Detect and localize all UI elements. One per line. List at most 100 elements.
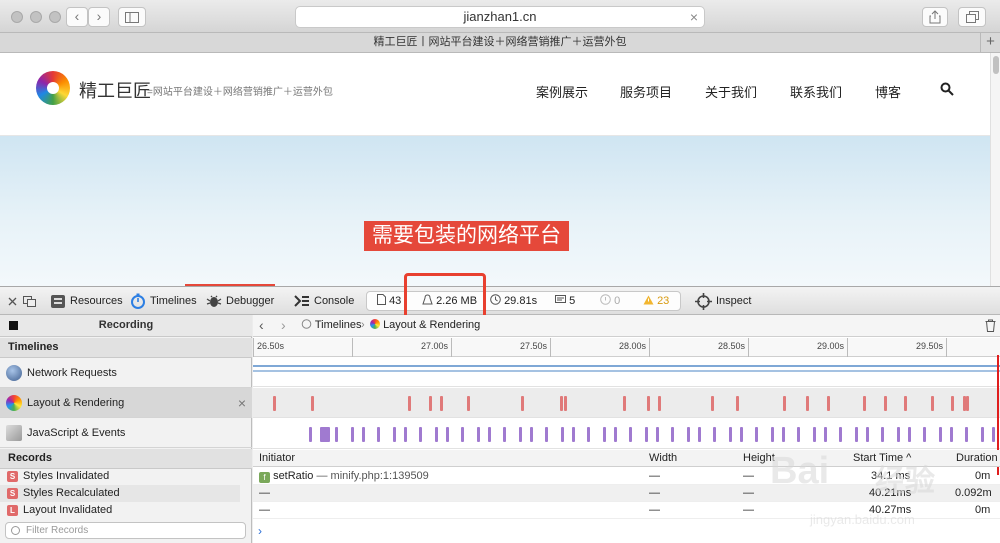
breadcrumb-root[interactable]: Timelines: [301, 315, 362, 336]
script-event-mark[interactable]: [377, 427, 380, 442]
script-event-mark[interactable]: [488, 427, 491, 442]
tab-inspect[interactable]: Inspect: [695, 287, 751, 315]
time-ruler[interactable]: 26.50s 27.00s 27.50s 28.00s 28.50s 29.00s 29.5…: [253, 338, 1000, 357]
column-initiator[interactable]: Initiator: [259, 450, 295, 466]
nav-forward-icon[interactable]: ›: [281, 315, 286, 336]
script-event-mark[interactable]: [713, 427, 716, 442]
layout-event-mark[interactable]: [273, 396, 276, 411]
forward-button[interactable]: ›: [88, 7, 110, 27]
script-event-mark[interactable]: [839, 427, 842, 442]
script-event-mark[interactable]: [950, 427, 953, 442]
back-button[interactable]: ‹: [66, 7, 88, 27]
layout-event-mark[interactable]: [827, 396, 830, 411]
script-event-mark[interactable]: [965, 427, 968, 442]
scrollbar-thumb[interactable]: [993, 56, 999, 74]
stop-recording-icon[interactable]: [9, 321, 18, 330]
nav-back-icon[interactable]: ‹: [259, 315, 264, 336]
script-event-mark[interactable]: [587, 427, 590, 442]
log-count[interactable]: 5: [555, 292, 575, 310]
table-row[interactable]: — — — 40.27ms 0m: [253, 502, 1000, 519]
share-button[interactable]: [922, 7, 948, 27]
tab-debugger[interactable]: Debugger: [206, 287, 274, 315]
initiator-source[interactable]: — minify.php:1:139509: [316, 470, 428, 482]
script-event-mark[interactable]: [603, 427, 606, 442]
page-scrollbar[interactable]: [990, 53, 1000, 286]
initiator-function[interactable]: setRatio: [273, 470, 313, 482]
layout-event-mark[interactable]: [783, 396, 786, 411]
script-event-mark[interactable]: [908, 427, 911, 442]
script-event-mark[interactable]: [782, 427, 785, 442]
console-prompt[interactable]: ›: [258, 524, 262, 538]
script-event-mark[interactable]: [771, 427, 774, 442]
column-start-time[interactable]: Start Time ^: [853, 450, 911, 466]
script-event-mark[interactable]: [824, 427, 827, 442]
warning-count[interactable]: 23: [643, 292, 669, 310]
timeline-layout-rendering[interactable]: Layout & Rendering ×: [0, 388, 252, 418]
nav-blog[interactable]: 博客: [875, 82, 901, 101]
layout-event-mark[interactable]: [564, 396, 567, 411]
script-event-mark[interactable]: [656, 427, 659, 442]
dock-toggle-icon[interactable]: [23, 287, 40, 315]
error-count[interactable]: 0: [600, 292, 620, 310]
layout-event-mark[interactable]: [931, 396, 934, 411]
clear-url-icon[interactable]: ×: [690, 7, 698, 27]
script-event-mark[interactable]: [320, 427, 330, 442]
script-event-mark[interactable]: [435, 427, 438, 442]
script-event-mark[interactable]: [981, 427, 984, 442]
layout-event-mark[interactable]: [440, 396, 443, 411]
script-event-mark[interactable]: [309, 427, 312, 442]
script-event-mark[interactable]: [393, 427, 396, 442]
layout-event-mark[interactable]: [951, 396, 954, 411]
table-row[interactable]: — — — 40.21ms 0.092m: [253, 485, 1000, 502]
brand-name[interactable]: 精工巨匠: [79, 77, 151, 103]
layout-event-mark[interactable]: [311, 396, 314, 411]
column-height[interactable]: Height: [743, 450, 775, 466]
script-event-mark[interactable]: [855, 427, 858, 442]
timeline-javascript-events[interactable]: JavaScript & Events: [0, 418, 252, 448]
trash-icon[interactable]: [985, 319, 996, 332]
brand-logo-icon[interactable]: [36, 71, 70, 105]
script-event-mark[interactable]: [729, 427, 732, 442]
script-event-mark[interactable]: [545, 427, 548, 442]
layout-event-mark[interactable]: [658, 396, 661, 411]
record-styles-invalidated[interactable]: S Styles Invalidated: [0, 468, 240, 485]
layout-event-mark[interactable]: [806, 396, 809, 411]
script-event-mark[interactable]: [477, 427, 480, 442]
script-event-mark[interactable]: [530, 427, 533, 442]
script-event-mark[interactable]: [503, 427, 506, 442]
script-event-mark[interactable]: [813, 427, 816, 442]
filter-records-input[interactable]: Filter Records: [5, 522, 246, 539]
layout-event-mark[interactable]: [884, 396, 887, 411]
script-event-mark[interactable]: [881, 427, 884, 442]
script-event-mark[interactable]: [404, 427, 407, 442]
layout-event-mark[interactable]: [560, 396, 563, 411]
layout-event-mark[interactable]: [647, 396, 650, 411]
nav-contact[interactable]: 联系我们: [790, 82, 842, 101]
new-tab-button[interactable]: +: [980, 33, 1000, 53]
resource-count[interactable]: 43: [377, 292, 401, 310]
script-event-mark[interactable]: [923, 427, 926, 442]
script-event-mark[interactable]: [740, 427, 743, 442]
record-styles-recalculated[interactable]: S Styles Recalculated: [0, 485, 240, 502]
nav-about[interactable]: 关于我们: [705, 82, 757, 101]
script-event-mark[interactable]: [797, 427, 800, 442]
layout-event-mark[interactable]: [863, 396, 866, 411]
layout-event-mark[interactable]: [521, 396, 524, 411]
close-devtools-icon[interactable]: [8, 287, 21, 315]
layout-event-mark[interactable]: [429, 396, 432, 411]
breadcrumb-current[interactable]: Layout & Rendering: [370, 315, 480, 336]
close-icon[interactable]: ×: [238, 388, 246, 418]
script-event-mark[interactable]: [897, 427, 900, 442]
script-event-mark[interactable]: [561, 427, 564, 442]
minimize-window-button[interactable]: [30, 11, 42, 23]
column-duration[interactable]: Duration: [956, 450, 998, 466]
search-icon[interactable]: [940, 82, 954, 96]
load-time[interactable]: 29.81s: [490, 292, 537, 310]
script-event-mark[interactable]: [419, 427, 422, 442]
column-width[interactable]: Width: [649, 450, 677, 466]
script-event-mark[interactable]: [629, 427, 632, 442]
script-event-mark[interactable]: [992, 427, 995, 442]
script-event-mark[interactable]: [671, 427, 674, 442]
tab-console[interactable]: Console: [294, 287, 354, 315]
address-bar[interactable]: jianzhan1.cn ×: [295, 6, 705, 28]
